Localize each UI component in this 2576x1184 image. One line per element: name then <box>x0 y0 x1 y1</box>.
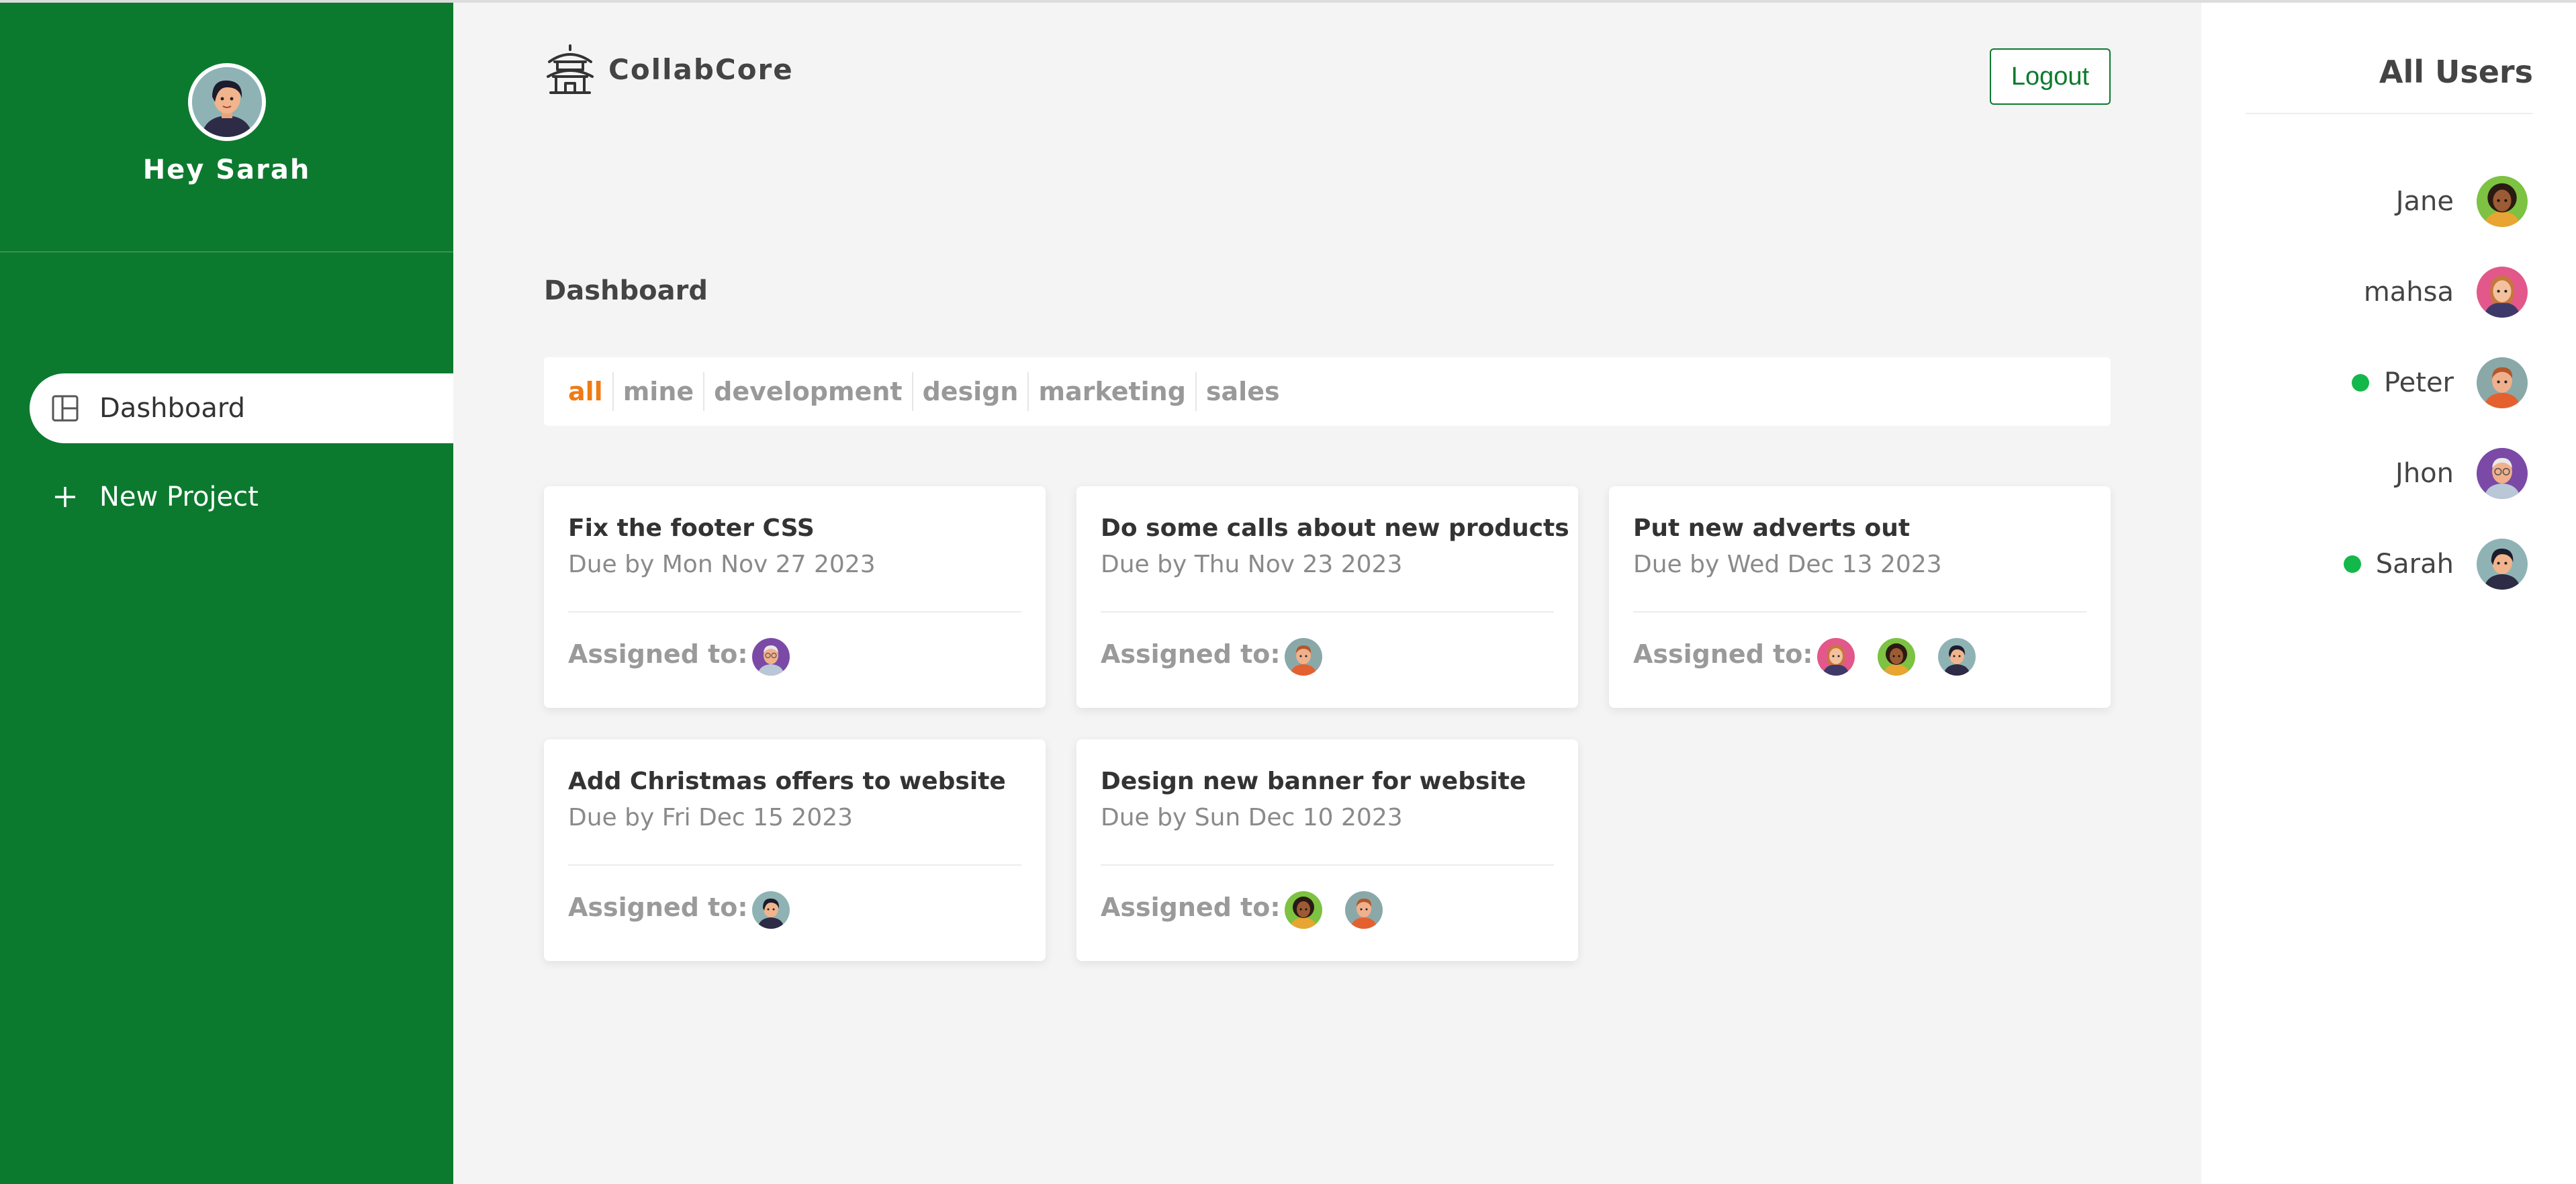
temple-logo-icon <box>544 43 596 95</box>
brand-name: CollabCore <box>608 52 794 86</box>
project-card[interactable]: Fix the footer CSS Due by Mon Nov 27 202… <box>544 486 1046 708</box>
assignee-avatar-sarah <box>1937 638 1976 676</box>
project-title: Design new banner for website <box>1101 768 1526 795</box>
project-title: Do some calls about new products <box>1101 514 1569 542</box>
users-panel-title: All Users <box>2379 54 2533 90</box>
assignee-avatar-peter <box>1344 891 1383 929</box>
user-name: Peter <box>2383 367 2454 398</box>
card-divider <box>1101 864 1554 866</box>
filter-marketing[interactable]: marketing <box>1029 372 1197 411</box>
user-avatar <box>2477 448 2528 499</box>
project-title: Put new adverts out <box>1633 514 1911 542</box>
user-item-peter[interactable]: Peter <box>2351 357 2528 408</box>
project-card[interactable]: Design new banner for website Due by Sun… <box>1076 739 1578 961</box>
user-avatar <box>2477 357 2528 408</box>
card-divider <box>1101 611 1554 612</box>
assignee-avatar-jane <box>1284 891 1322 929</box>
page-title: Dashboard <box>544 275 708 306</box>
sidebar-item-new-project[interactable]: New Project <box>30 462 453 532</box>
project-due-date: Due by Wed Dec 13 2023 <box>1633 551 1942 578</box>
project-due-date: Due by Mon Nov 27 2023 <box>568 551 876 578</box>
user-item-mahsa[interactable]: mahsa <box>2364 267 2528 318</box>
assignee-avatar-peter <box>1284 638 1322 676</box>
project-title: Add Christmas offers to website <box>568 768 1006 795</box>
user-item-jane[interactable]: Jane <box>2396 176 2528 227</box>
assigned-label: Assigned to: <box>1633 639 1813 669</box>
card-divider <box>568 864 1021 866</box>
assignees: Assigned to: <box>568 886 790 929</box>
assignee-avatar-jane <box>1877 638 1915 676</box>
online-status-indicator <box>2343 555 2361 573</box>
assignees: Assigned to: <box>568 633 790 676</box>
online-status-indicator <box>2351 374 2369 392</box>
sidebar-divider <box>0 251 453 253</box>
greeting-text: Hey Sarah <box>142 154 311 185</box>
filter-mine[interactable]: mine <box>614 372 705 411</box>
user-name: Jane <box>2395 186 2454 217</box>
assignee-avatar-jhon <box>751 638 790 676</box>
project-due-date: Due by Fri Dec 15 2023 <box>568 804 854 831</box>
user-avatar <box>2477 267 2528 318</box>
project-due-date: Due by Thu Nov 23 2023 <box>1101 551 1403 578</box>
project-card[interactable]: Put new adverts out Due by Wed Dec 13 20… <box>1609 486 2111 708</box>
assigned-label: Assigned to: <box>568 639 748 669</box>
assignees: Assigned to: <box>1101 886 1383 929</box>
filter-sales[interactable]: sales <box>1197 372 1289 411</box>
project-card[interactable]: Do some calls about new products Due by … <box>1076 486 1578 708</box>
users-panel-divider <box>2246 113 2533 114</box>
card-divider <box>568 611 1021 612</box>
project-due-date: Due by Sun Dec 10 2023 <box>1101 804 1403 831</box>
card-divider <box>1633 611 2086 612</box>
user-avatar <box>2477 176 2528 227</box>
assignees: Assigned to: <box>1633 633 1976 676</box>
sidebar-item-dashboard[interactable]: Dashboard <box>30 373 453 443</box>
sidebar-item-label: Dashboard <box>99 393 246 424</box>
profile-section: Hey Sarah <box>0 3 453 251</box>
plus-icon <box>48 480 82 514</box>
layout-icon <box>48 392 82 425</box>
filter-design[interactable]: design <box>913 372 1029 411</box>
user-name: Sarah <box>2375 549 2454 580</box>
assigned-label: Assigned to: <box>568 893 748 922</box>
project-title: Fix the footer CSS <box>568 514 815 542</box>
assignee-avatar-sarah <box>751 891 790 929</box>
current-user-avatar <box>188 63 266 141</box>
logout-button[interactable]: Logout <box>1990 48 2111 105</box>
assignees: Assigned to: <box>1101 633 1322 676</box>
user-avatar <box>2477 539 2528 590</box>
user-name: mahsa <box>2363 277 2454 308</box>
filter-all[interactable]: all <box>568 372 614 411</box>
users-panel: All Users Jane mahsa Peter Jhon Sarah <box>2201 3 2576 1184</box>
user-name: Jhon <box>2395 458 2454 489</box>
sidebar: Hey Sarah Dashboard New Project <box>0 3 453 1184</box>
filter-development[interactable]: development <box>704 372 913 411</box>
user-item-jhon[interactable]: Jhon <box>2395 448 2528 499</box>
sidebar-item-label: New Project <box>99 482 259 512</box>
assigned-label: Assigned to: <box>1101 893 1281 922</box>
project-filter-bar: all mine development design marketing sa… <box>544 357 2111 426</box>
assignee-avatar-mahsa <box>1816 638 1855 676</box>
project-card[interactable]: Add Christmas offers to website Due by F… <box>544 739 1046 961</box>
brand: CollabCore <box>544 43 794 95</box>
assigned-label: Assigned to: <box>1101 639 1281 669</box>
user-item-sarah[interactable]: Sarah <box>2343 539 2528 590</box>
